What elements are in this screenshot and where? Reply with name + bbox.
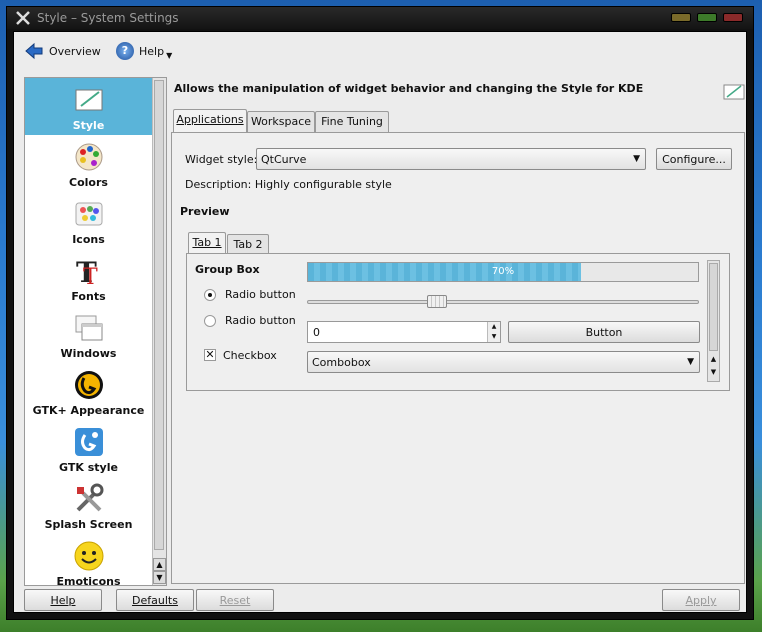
scroll-up-arrow[interactable]: ▲	[153, 558, 166, 571]
chevron-down-icon: ▼	[687, 357, 694, 367]
sidebar-item-style[interactable]: Style	[25, 78, 152, 135]
reset-button[interactable]: Reset	[196, 589, 274, 611]
sidebar-item-splash-screen[interactable]: Splash Screen	[25, 477, 152, 534]
sidebar-item-icons[interactable]: Icons	[25, 192, 152, 249]
overview-label: Overview	[49, 44, 101, 58]
main-content: Allows the manipulation of widget behavi…	[171, 77, 746, 584]
checkbox-label: Checkbox	[223, 349, 277, 362]
help-icon: ?	[116, 42, 134, 60]
dialog-button-bar: Help Defaults Reset Apply	[14, 588, 746, 612]
tab-fine-tuning[interactable]: Fine Tuning	[315, 111, 389, 133]
sidebar-item-label: Icons	[72, 233, 105, 246]
widget-style-select[interactable]: QtCurve ▼	[256, 148, 646, 170]
checkbox[interactable]: ✕	[204, 349, 216, 361]
sidebar-item-gtk-appearance[interactable]: GTK+ Appearance	[25, 363, 152, 420]
style-icon	[75, 89, 103, 111]
configure-button[interactable]: Configure...	[656, 148, 732, 170]
sidebar-item-fonts[interactable]: TT Fonts	[25, 249, 152, 306]
sidebar-item-label: Splash Screen	[44, 518, 133, 531]
maximize-button[interactable]	[697, 13, 717, 22]
scroll-down-arrow[interactable]: ▼	[708, 368, 719, 376]
style-module-icon	[723, 84, 745, 100]
sidebar-item-windows[interactable]: Windows	[25, 306, 152, 363]
title-bar[interactable]: Style – System Settings	[7, 7, 753, 29]
help-button[interactable]: Help	[24, 589, 102, 611]
preview-scrollbar[interactable]: ▲ ▼	[707, 260, 720, 382]
slider-handle[interactable]	[427, 295, 447, 308]
sidebar-item-emoticons[interactable]: Emoticons	[25, 534, 152, 586]
toolbar: Overview ? Help ▼	[14, 32, 746, 72]
preview-pane: Group Box Radio button Radio button ✕ Ch…	[186, 253, 730, 391]
close-button[interactable]	[723, 13, 743, 22]
gtk-style-icon	[75, 428, 103, 456]
scroll-down-arrow[interactable]: ▼	[153, 571, 166, 584]
spin-arrows[interactable]: ▲ ▼	[487, 322, 500, 342]
sidebar-item-label: Windows	[60, 347, 117, 360]
radio-button-1-label: Radio button	[225, 288, 296, 301]
chevron-down-icon: ▼	[166, 50, 173, 60]
radio-dot	[208, 293, 212, 297]
sidebar-item-label: Emoticons	[56, 575, 121, 586]
gtk-appearance-icon	[75, 371, 103, 399]
sidebar-item-label: Fonts	[71, 290, 106, 303]
colors-icon	[75, 143, 103, 171]
tab-applications[interactable]: Applications	[173, 109, 247, 133]
sidebar-item-label: Style	[72, 119, 105, 132]
progress-text: 70%	[491, 266, 515, 277]
sidebar-item-gtk-style[interactable]: GTK style	[25, 420, 152, 477]
sidebar-item-label: Colors	[69, 176, 108, 189]
back-arrow-icon	[25, 42, 43, 60]
chevron-down-icon: ▼	[633, 154, 640, 164]
settings-tools-icon	[16, 11, 30, 25]
spin-box[interactable]: 0 ▲ ▼	[307, 321, 501, 343]
progress-bar: 70%	[307, 262, 699, 282]
sidebar-item-colors[interactable]: Colors	[25, 135, 152, 192]
defaults-button[interactable]: Defaults	[116, 589, 194, 611]
preview-heading: Preview	[180, 205, 230, 218]
splash-screen-icon	[76, 483, 104, 512]
sidebar-item-label: GTK style	[59, 461, 118, 474]
preview-push-button[interactable]: Button	[508, 321, 700, 343]
window-client: Overview ? Help ▼ Style Colors Icons T T…	[13, 31, 747, 613]
help-menu-button[interactable]: ? Help ▼	[116, 40, 172, 62]
app-window: Style – System Settings Overview ? Help …	[6, 6, 754, 620]
svg-text:T: T	[83, 265, 98, 287]
preview-combobox[interactable]: Combobox ▼	[307, 351, 700, 373]
widget-style-label: Widget style:	[185, 153, 258, 166]
radio-button-2-label: Radio button	[225, 314, 296, 327]
slider-track[interactable]	[307, 295, 699, 308]
help-menu-label: Help	[139, 44, 165, 58]
sidebar-item-label: GTK+ Appearance	[32, 404, 145, 417]
group-box-label: Group Box	[195, 263, 260, 276]
applications-panel: Widget style: QtCurve ▼ Configure... Des…	[171, 132, 745, 584]
widget-style-value: QtCurve	[261, 153, 307, 166]
radio-button-1[interactable]	[204, 289, 216, 301]
sidebar-scrollbar[interactable]: ▲ ▼	[152, 78, 166, 585]
radio-button-2[interactable]	[204, 315, 216, 327]
window-title: Style – System Settings	[37, 11, 179, 25]
minimize-button[interactable]	[671, 13, 691, 22]
overview-button[interactable]: Overview	[24, 40, 101, 62]
tab-workspace[interactable]: Workspace	[247, 111, 315, 133]
spin-box-value: 0	[313, 326, 320, 339]
category-sidebar: Style Colors Icons TT Fonts Windows GTK+…	[24, 77, 167, 586]
emoticons-icon	[74, 541, 104, 571]
combobox-value: Combobox	[312, 356, 371, 369]
style-description: Description: Highly configurable style	[185, 178, 392, 191]
apply-button[interactable]: Apply	[662, 589, 740, 611]
icons-icon	[75, 202, 103, 226]
page-title: Allows the manipulation of widget behavi…	[174, 82, 644, 95]
fonts-icon: TT	[76, 256, 98, 287]
scroll-up-arrow[interactable]: ▲	[708, 355, 719, 363]
scrollbar-thumb[interactable]	[709, 263, 718, 351]
scrollbar-thumb[interactable]	[154, 80, 164, 550]
windows-icon	[75, 315, 103, 341]
